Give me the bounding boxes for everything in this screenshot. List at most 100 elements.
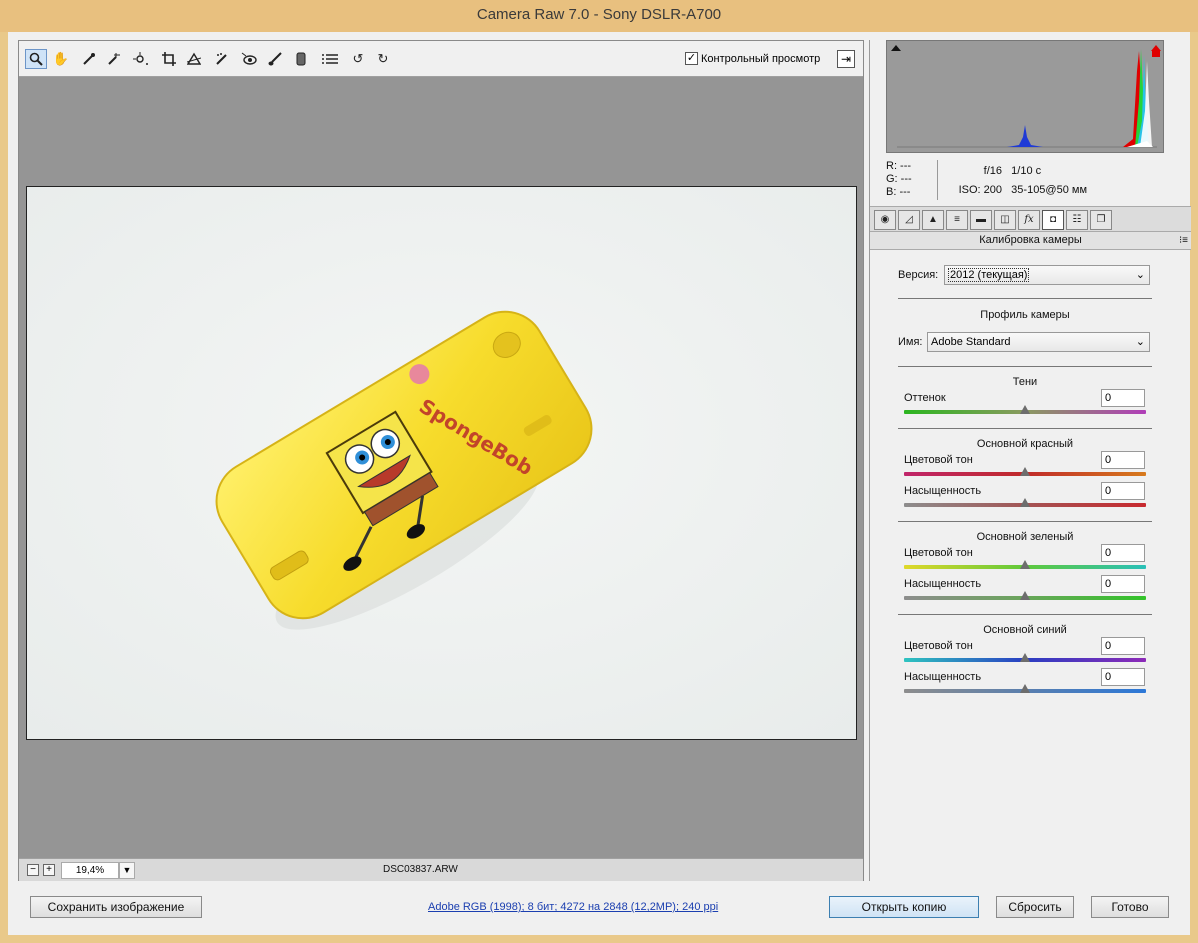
done-button[interactable]: Готово [1091, 896, 1169, 918]
rgb-readout: R: --- G: --- B: --- [886, 160, 912, 199]
zoom-out-icon[interactable]: − [27, 864, 39, 876]
panel-tabs: ◉ ◿ ▲ ≡ ▬ ◫ fx ◘ ☷ ❐ [870, 206, 1191, 232]
chevron-down-icon: ⌄ [1135, 336, 1145, 348]
workflow-options-link[interactable]: Adobe RGB (1998); 8 бит; 4272 на 2848 (1… [428, 901, 718, 913]
iso-value: ISO: 200 [958, 184, 1002, 196]
graduated-filter-icon[interactable] [290, 49, 312, 69]
blue-hue-slider[interactable] [904, 653, 1146, 662]
snapshots-tab-icon[interactable]: ❐ [1090, 210, 1112, 230]
slider-thumb[interactable] [1020, 467, 1030, 476]
divider [898, 521, 1152, 522]
shadows-heading: Тени [1012, 376, 1038, 388]
slider-thumb[interactable] [1020, 653, 1030, 662]
shadows-tint-label: Оттенок [904, 392, 946, 404]
crop-tool-icon[interactable] [158, 49, 180, 69]
presets-tab-icon[interactable]: ☷ [1066, 210, 1088, 230]
blue-saturation-slider[interactable] [904, 684, 1146, 693]
slider-thumb[interactable] [1020, 684, 1030, 693]
hsl-tab-icon[interactable]: ≡ [946, 210, 968, 230]
slider-thumb[interactable] [1020, 405, 1030, 414]
divider [898, 614, 1152, 615]
shadows-tint-slider[interactable] [904, 405, 1146, 414]
zoom-tool-icon[interactable] [25, 49, 47, 69]
chevron-down-icon: ⌄ [1135, 269, 1145, 281]
process-version-value: 2012 (текущая) [948, 268, 1030, 282]
process-version-select[interactable]: 2012 (текущая) ⌄ [944, 265, 1150, 285]
preview-label: Контрольный просмотр [701, 52, 821, 65]
red-saturation-field[interactable]: 0 [1101, 482, 1145, 500]
preview-checkbox-box[interactable]: ✓ [685, 52, 698, 65]
b-value: B: --- [886, 186, 911, 198]
name-label: Имя: [898, 336, 923, 348]
panel-menu-icon[interactable]: ⁝≡ [1179, 232, 1188, 249]
rotate-left-icon[interactable]: ↺ [347, 49, 369, 69]
zoom-level-field[interactable]: 19,4% [61, 862, 119, 879]
g-value: G: --- [886, 173, 912, 185]
filename-label: DSC03837.ARW [383, 864, 458, 875]
blue-saturation-label: Насыщенность [904, 671, 982, 683]
open-copy-button[interactable]: Открыть копию [829, 896, 979, 918]
detail-tab-icon[interactable]: ▲ [922, 210, 944, 230]
green-hue-field[interactable]: 0 [1101, 544, 1145, 562]
red-saturation-slider[interactable] [904, 498, 1146, 507]
basic-tab-icon[interactable]: ◉ [874, 210, 896, 230]
camera-profile-select[interactable]: Adobe Standard ⌄ [927, 332, 1150, 352]
red-primary-heading: Основной красный [976, 438, 1074, 450]
pixel-info: R: --- G: --- B: --- f/16 1/10 с ISO: 20… [886, 160, 1176, 202]
straighten-tool-icon[interactable] [183, 49, 205, 69]
red-hue-field[interactable]: 0 [1101, 451, 1145, 469]
camera-calibration-tab-icon[interactable]: ◘ [1042, 210, 1064, 230]
photo-preview[interactable]: SpongeBob [26, 186, 857, 740]
r-value: R: --- [886, 160, 912, 172]
split-toning-tab-icon[interactable]: ▬ [970, 210, 992, 230]
camera-profile-heading: Профиль камеры [980, 309, 1070, 321]
fullscreen-toggle-icon[interactable]: ⇥ [837, 50, 855, 68]
panel-title-text: Калибровка камеры [979, 234, 1082, 246]
adjustments-panel: R: --- G: --- B: --- f/16 1/10 с ISO: 20… [869, 40, 1191, 881]
hand-tool-icon[interactable]: ✋ [50, 49, 72, 69]
white-balance-tool-icon[interactable] [78, 49, 100, 69]
panel-title: Калибровка камеры ⁝≡ [870, 232, 1191, 250]
lens-corrections-tab-icon[interactable]: ◫ [994, 210, 1016, 230]
effects-tab-icon[interactable]: fx [1018, 210, 1040, 230]
slider-thumb[interactable] [1020, 591, 1030, 600]
window-title: Camera Raw 7.0 - Sony DSLR-A700 [476, 6, 722, 23]
blue-saturation-field[interactable]: 0 [1101, 668, 1145, 686]
red-hue-label: Цветовой тон [904, 454, 973, 466]
slider-thumb[interactable] [1020, 560, 1030, 569]
camera-info: f/16 1/10 с ISO: 200 35-105@50 мм [959, 162, 1088, 200]
zoom-dropdown-icon[interactable]: ▼ [119, 862, 135, 879]
lens-value: 35-105@50 мм [1011, 184, 1088, 196]
camera-profile-value: Adobe Standard [931, 336, 1011, 348]
blue-hue-field[interactable]: 0 [1101, 637, 1145, 655]
zoom-in-icon[interactable]: + [43, 864, 55, 876]
toolbar: ✋ ↺ ↻ ✓ Контрольный просмотр ⇥ [19, 41, 863, 77]
tone-curve-tab-icon[interactable]: ◿ [898, 210, 920, 230]
blue-hue-label: Цветовой тон [904, 640, 973, 652]
histogram [886, 40, 1164, 153]
version-label: Версия: [898, 269, 939, 281]
green-saturation-field[interactable]: 0 [1101, 575, 1145, 593]
green-saturation-label: Насыщенность [904, 578, 982, 590]
preview-checkbox[interactable]: ✓ Контрольный просмотр [685, 52, 820, 65]
green-hue-slider[interactable] [904, 560, 1146, 569]
reset-button[interactable]: Сбросить [996, 896, 1074, 918]
green-hue-label: Цветовой тон [904, 547, 973, 559]
save-image-button[interactable]: Сохранить изображение [30, 896, 202, 918]
red-eye-tool-icon[interactable] [238, 49, 260, 69]
adjustment-brush-icon[interactable] [264, 49, 286, 69]
camera-raw-dialog: ✋ ↺ ↻ ✓ Контрольный просмотр ⇥ SpongeBob… [8, 32, 1191, 935]
preferences-icon[interactable] [319, 49, 341, 69]
image-area: ✋ ↺ ↻ ✓ Контрольный просмотр ⇥ SpongeBob… [18, 40, 864, 881]
color-sampler-tool-icon[interactable] [103, 49, 125, 69]
rotate-right-icon[interactable]: ↻ [372, 49, 394, 69]
divider [898, 428, 1152, 429]
green-saturation-slider[interactable] [904, 591, 1146, 600]
slider-thumb[interactable] [1020, 498, 1030, 507]
divider [898, 298, 1152, 299]
targeted-adjustment-tool-icon[interactable] [130, 49, 152, 69]
red-saturation-label: Насыщенность [904, 485, 982, 497]
spot-removal-tool-icon[interactable] [211, 49, 233, 69]
shadows-tint-field[interactable]: 0 [1101, 389, 1145, 407]
red-hue-slider[interactable] [904, 467, 1146, 476]
